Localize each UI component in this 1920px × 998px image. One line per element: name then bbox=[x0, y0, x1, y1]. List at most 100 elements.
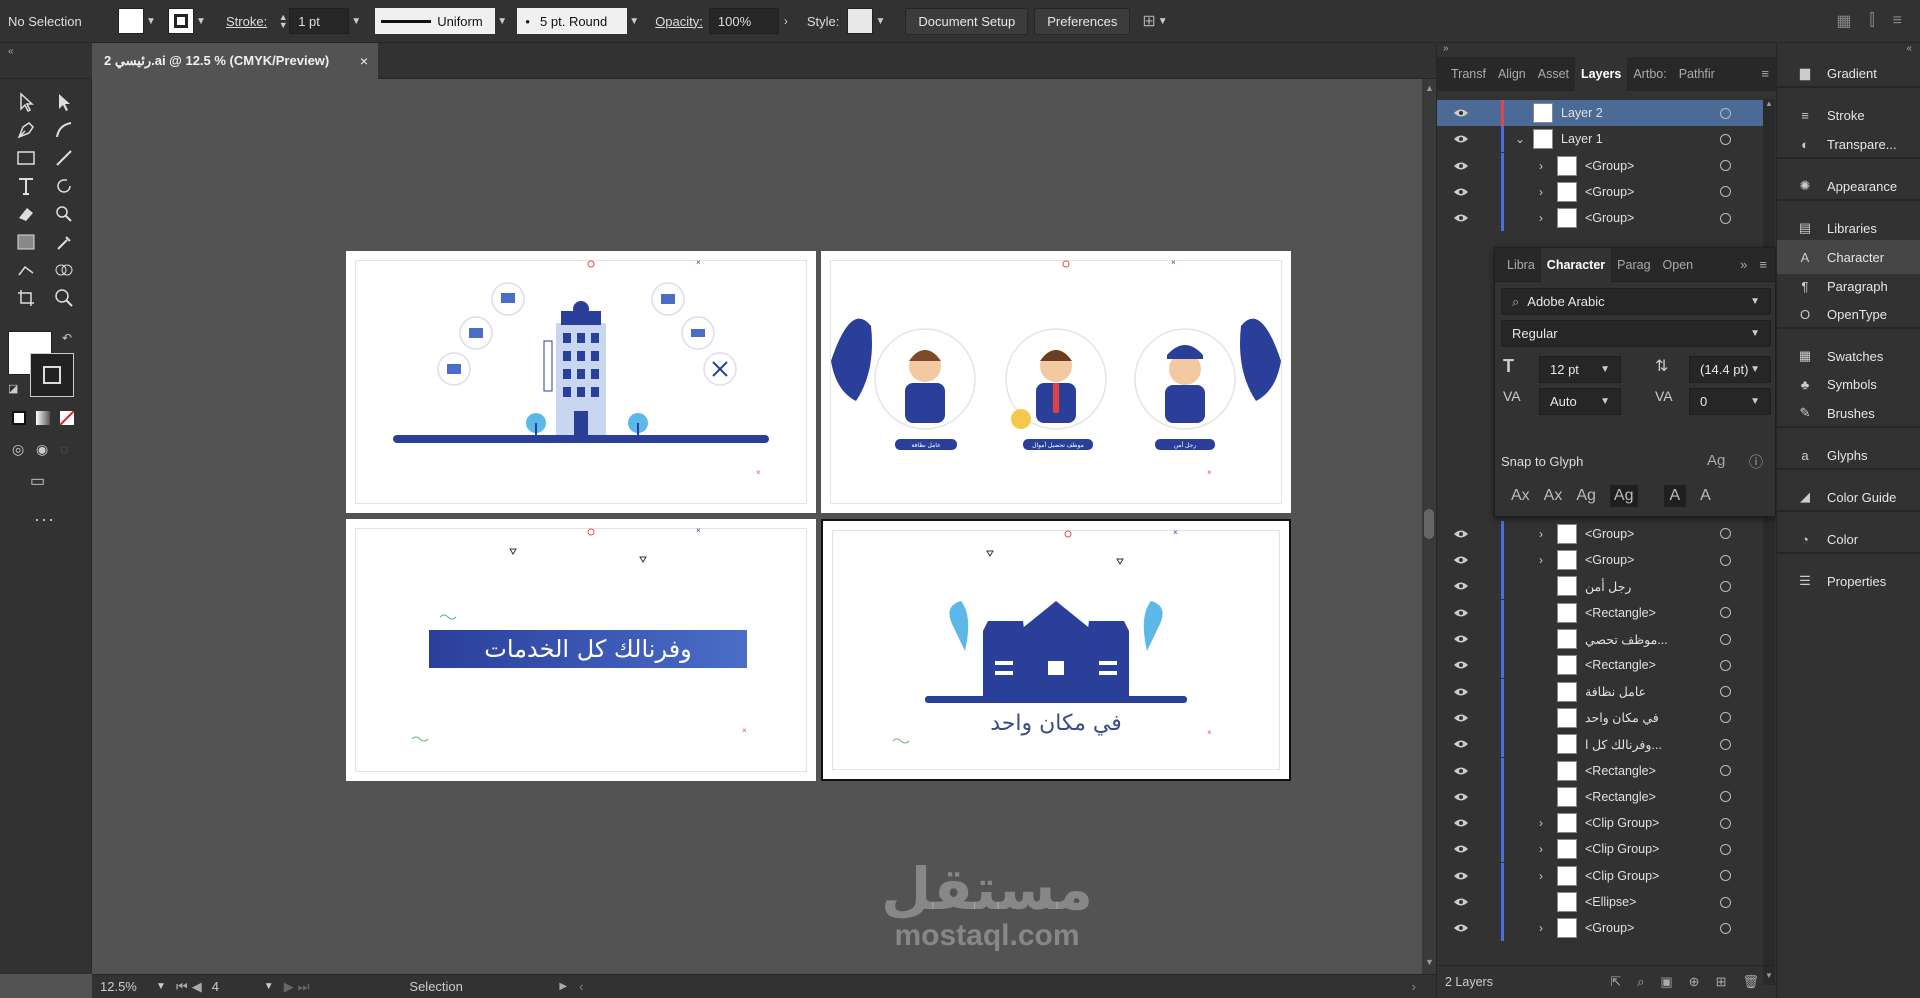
snap-proximity-icon[interactable]: Ag bbox=[1609, 485, 1638, 507]
layer-row[interactable]: ⌄ Layer 1 bbox=[1437, 126, 1763, 153]
dock-item-appearance[interactable]: ✺ Appearance bbox=[1777, 169, 1920, 203]
stroke-label[interactable]: Stroke: bbox=[226, 14, 267, 29]
opacity-field[interactable]: 100% bbox=[708, 8, 779, 34]
info-icon[interactable]: ⓘ bbox=[1749, 452, 1763, 472]
layer-name[interactable]: في مكان واحد bbox=[1585, 710, 1659, 725]
new-sublayer-icon[interactable]: ⊕ bbox=[1689, 974, 1700, 990]
snap-xheight-icon[interactable]: Ax bbox=[1544, 487, 1563, 505]
expand-icon[interactable]: › bbox=[1539, 816, 1543, 830]
none-mode-icon[interactable] bbox=[59, 410, 75, 426]
expand-icon[interactable]: › bbox=[1539, 553, 1543, 567]
tab-character[interactable]: Character bbox=[1540, 247, 1612, 282]
stroke-swatch[interactable] bbox=[168, 8, 194, 34]
preferences-button[interactable]: Preferences bbox=[1034, 7, 1131, 35]
layer-row[interactable]: في مكان واحد bbox=[1437, 704, 1763, 731]
chevron-down-icon[interactable]: ▼ bbox=[873, 16, 887, 27]
eye-icon[interactable] bbox=[1453, 581, 1469, 591]
layer-name[interactable]: <Clip Group> bbox=[1585, 869, 1659, 883]
eye-icon[interactable] bbox=[1453, 739, 1469, 749]
dock-item-brushes[interactable]: ✎ Brushes bbox=[1777, 396, 1920, 430]
status-menu-icon[interactable]: ▶ bbox=[559, 981, 567, 992]
font-style-select[interactable]: Regular ▼ bbox=[1501, 320, 1771, 347]
menu-icon[interactable]: ≡ bbox=[1893, 12, 1902, 30]
target-icon[interactable] bbox=[1720, 554, 1731, 566]
layer-row[interactable]: وفرنالك كل ا... bbox=[1437, 731, 1763, 758]
target-icon[interactable] bbox=[1720, 738, 1731, 750]
eye-icon[interactable] bbox=[1453, 660, 1469, 670]
target-icon[interactable] bbox=[1720, 633, 1731, 645]
new-layer-icon[interactable]: ⊞ bbox=[1716, 974, 1727, 990]
target-icon[interactable] bbox=[1720, 133, 1731, 145]
snap-baseline-icon[interactable]: Ax bbox=[1511, 487, 1530, 505]
layer-row[interactable]: <Rectangle> bbox=[1437, 652, 1763, 679]
font-family-select[interactable]: ⌕ Adobe Arabic ▼ bbox=[1501, 288, 1771, 315]
artboard-4-active[interactable]: × × في مكان واحد bbox=[821, 519, 1291, 781]
chevron-down-icon[interactable]: ▼ bbox=[144, 16, 158, 27]
target-icon[interactable] bbox=[1720, 107, 1731, 119]
layer-row[interactable]: › <Group> bbox=[1437, 205, 1763, 232]
eye-icon[interactable] bbox=[1453, 687, 1469, 697]
dock-item-opentype[interactable]: O OpenType bbox=[1777, 297, 1920, 331]
expand-icon[interactable]: › bbox=[1539, 921, 1543, 935]
rotate-tool-icon[interactable] bbox=[50, 173, 78, 199]
direct-selection-tool-icon[interactable] bbox=[50, 89, 78, 115]
layer-row[interactable]: › <Group> bbox=[1437, 915, 1763, 942]
leading-field[interactable]: (14.4 pt) ▼ bbox=[1689, 356, 1771, 383]
layer-row[interactable]: موظف تحصي... bbox=[1437, 626, 1763, 652]
blend-tool-icon[interactable] bbox=[12, 257, 40, 283]
eye-icon[interactable] bbox=[1453, 634, 1469, 644]
gradient-mode-icon[interactable] bbox=[36, 411, 50, 425]
tab-pathfinder[interactable]: Pathfir bbox=[1673, 57, 1721, 91]
stroke-stepper[interactable]: ▲ ▼ bbox=[277, 13, 289, 30]
layers-scrollbar[interactable]: ▲ ▼ bbox=[1763, 99, 1775, 985]
tab-align[interactable]: Align bbox=[1492, 57, 1532, 91]
first-artboard-icon[interactable]: ⏮ bbox=[176, 979, 188, 995]
target-icon[interactable] bbox=[1720, 870, 1731, 882]
workspace-icon[interactable]: ⫿ bbox=[1870, 12, 1875, 30]
snap-glyph-bounds-icon[interactable]: Ag bbox=[1576, 487, 1596, 505]
document-tab[interactable]: رئيسي 2.ai @ 12.5 % (CMYK/Preview) × bbox=[92, 43, 378, 79]
paintbrush-tool-icon[interactable] bbox=[50, 145, 78, 171]
layer-name[interactable]: Layer 2 bbox=[1561, 106, 1603, 120]
target-icon[interactable] bbox=[1720, 212, 1731, 224]
glyph-snap-icon[interactable]: Ag bbox=[1707, 452, 1725, 469]
eye-icon[interactable] bbox=[1453, 187, 1469, 197]
last-artboard-icon[interactable]: ⏭ bbox=[298, 979, 310, 995]
target-icon[interactable] bbox=[1720, 528, 1731, 540]
eye-icon[interactable] bbox=[1453, 529, 1469, 539]
eye-icon[interactable] bbox=[1453, 161, 1469, 171]
layer-row[interactable]: <Rectangle> bbox=[1437, 757, 1763, 784]
eye-icon[interactable] bbox=[1453, 713, 1469, 723]
stroke-color-swatch[interactable] bbox=[30, 353, 74, 397]
document-setup-button[interactable]: Document Setup bbox=[905, 7, 1029, 35]
layer-name[interactable]: <Group> bbox=[1585, 185, 1634, 199]
scroll-up-icon[interactable]: ▲ bbox=[1425, 83, 1434, 93]
layer-row[interactable]: <Rectangle> bbox=[1437, 599, 1763, 626]
chevron-right-icon[interactable]: › bbox=[779, 14, 793, 28]
layer-name[interactable]: <Clip Group> bbox=[1585, 816, 1659, 830]
panel-menu-icon[interactable]: ≡ bbox=[1761, 66, 1769, 81]
arrange-icon[interactable]: ⊞ bbox=[1142, 11, 1155, 31]
eye-icon[interactable] bbox=[1453, 766, 1469, 776]
puppet-warp-tool-icon[interactable] bbox=[50, 201, 78, 227]
eyedropper-tool-icon[interactable] bbox=[50, 229, 78, 255]
tab-layers[interactable]: Layers bbox=[1575, 56, 1628, 91]
more-tabs-icon[interactable]: » bbox=[1740, 257, 1747, 272]
target-icon[interactable] bbox=[1720, 607, 1731, 619]
layer-name[interactable]: وفرنالك كل ا... bbox=[1585, 737, 1662, 752]
layer-row[interactable]: <Rectangle> bbox=[1437, 783, 1763, 810]
artboard-1[interactable]: × × bbox=[346, 251, 816, 513]
layer-name[interactable]: <Rectangle> bbox=[1585, 658, 1656, 672]
layer-name[interactable]: <Ellipse> bbox=[1585, 895, 1636, 909]
target-icon[interactable] bbox=[1720, 160, 1731, 172]
locate-object-icon[interactable]: ⌕ bbox=[1637, 974, 1644, 990]
layer-name[interactable]: Layer 1 bbox=[1561, 132, 1603, 146]
screen-mode-icon[interactable]: ▭ bbox=[30, 471, 45, 491]
stroke-weight-control[interactable]: ▲ ▼ 1 pt ▼ bbox=[277, 8, 363, 34]
brush-select[interactable]: ● 5 pt. Round bbox=[517, 8, 628, 34]
eye-icon[interactable] bbox=[1453, 844, 1469, 854]
target-icon[interactable] bbox=[1720, 186, 1731, 198]
layer-name[interactable]: <Group> bbox=[1585, 159, 1634, 173]
eye-icon[interactable] bbox=[1453, 134, 1469, 144]
artboard-tool-icon[interactable] bbox=[12, 285, 40, 311]
